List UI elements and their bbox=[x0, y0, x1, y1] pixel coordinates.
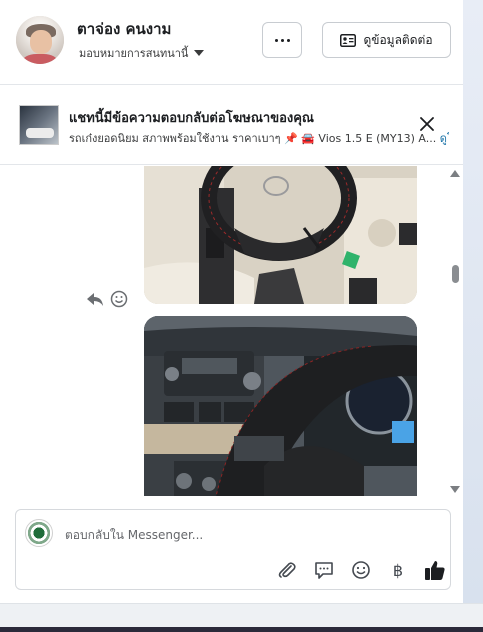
messenger-panel: ตาจ่อง คนงาม มอบหมายการสนทนานี้ ดูข้อมูล… bbox=[0, 0, 463, 603]
contact-info-label: ดูข้อมูลติดต่อ bbox=[363, 32, 433, 47]
scrollbar-thumb[interactable] bbox=[452, 265, 459, 283]
close-icon[interactable] bbox=[418, 115, 436, 133]
like-button[interactable] bbox=[423, 558, 447, 582]
smiley-icon[interactable] bbox=[110, 290, 128, 308]
assign-conversation-dropdown[interactable]: มอบหมายการสนทนานี้ bbox=[79, 44, 205, 62]
see-more-link[interactable]: ดูโ bbox=[440, 132, 449, 145]
message-thread[interactable] bbox=[0, 166, 463, 496]
message-composer: ตอบกลับใน Messenger... ฿ bbox=[15, 509, 451, 590]
attach-button[interactable] bbox=[275, 558, 299, 582]
reply-input[interactable]: ตอบกลับใน Messenger... bbox=[65, 526, 203, 545]
message-photo[interactable] bbox=[144, 316, 417, 496]
chevron-down-icon bbox=[194, 50, 205, 56]
baht-icon: ฿ bbox=[392, 560, 404, 580]
contact-avatar[interactable] bbox=[16, 16, 64, 64]
scroll-down-arrow[interactable] bbox=[450, 486, 460, 493]
paperclip-icon bbox=[278, 562, 296, 578]
scroll-up-arrow[interactable] bbox=[450, 170, 460, 177]
contact-card-icon bbox=[340, 33, 357, 47]
more-horizontal-icon bbox=[274, 38, 278, 42]
thumbs-up-icon bbox=[425, 561, 445, 580]
chat-bubble-icon bbox=[315, 562, 333, 579]
ad-text: รถเก๋งยอดนิยม สภาพพร้อมใช้งาน ราคาเบาๆ 📌… bbox=[69, 132, 437, 145]
saved-replies-button[interactable] bbox=[312, 558, 336, 582]
taskbar-edge bbox=[0, 627, 483, 632]
composer-toolbar: ฿ bbox=[275, 558, 447, 582]
ad-banner-title: แชทนี้มีข้อความตอบกลับต่อโฆษณาของคุณ bbox=[69, 111, 314, 126]
reply-icon[interactable] bbox=[86, 291, 104, 307]
emoji-button[interactable] bbox=[349, 558, 373, 582]
view-contact-info-button[interactable]: ดูข้อมูลติดต่อ bbox=[322, 22, 451, 58]
contact-name[interactable]: ตาจ่อง คนงาม bbox=[77, 17, 171, 41]
ad-thumbnail[interactable] bbox=[19, 105, 59, 145]
ad-banner-subtitle: รถเก๋งยอดนิยม สภาพพร้อมใช้งาน ราคาเบาๆ 📌… bbox=[69, 129, 449, 147]
emoji-icon bbox=[352, 561, 370, 579]
conversation-header: ตาจ่อง คนงาม มอบหมายการสนทนานี้ ดูข้อมูล… bbox=[0, 0, 463, 85]
payment-button[interactable]: ฿ bbox=[386, 558, 410, 582]
assign-label: มอบหมายการสนทนานี้ bbox=[79, 47, 189, 60]
message-actions bbox=[86, 290, 128, 308]
page-avatar bbox=[25, 519, 53, 547]
side-strip bbox=[463, 0, 483, 603]
message-photo[interactable] bbox=[144, 166, 417, 304]
ad-reply-banner: แชทนี้มีข้อความตอบกลับต่อโฆษณาของคุณ รถเ… bbox=[0, 86, 463, 165]
more-options-button[interactable] bbox=[262, 22, 302, 58]
